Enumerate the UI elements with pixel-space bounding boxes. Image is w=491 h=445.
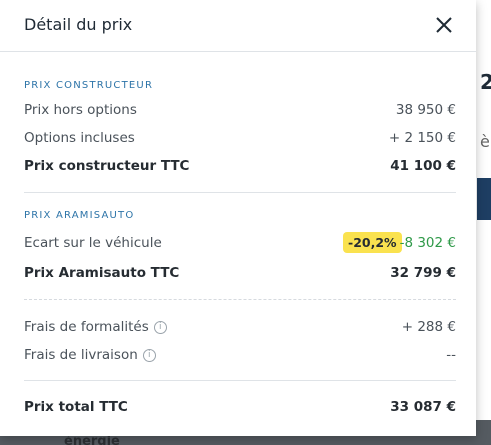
row-label-prix-constructeur: Prix constructeur TTC	[24, 158, 190, 174]
dashed-divider	[24, 299, 456, 300]
price-detail-modal: Détail du prix PRIX CONSTRUCTEUR Prix ho…	[0, 0, 476, 436]
row-value-prix-total: 33 087 €	[390, 399, 456, 415]
info-icon[interactable]: i	[153, 320, 167, 334]
row-value-formalites: + 288 €	[401, 319, 456, 335]
row-frais-formalites: Frais de formalités i	[24, 319, 167, 335]
divider	[24, 380, 456, 381]
row-label-options: Options incluses	[24, 130, 135, 146]
section-label-constructeur: PRIX CONSTRUCTEUR	[24, 80, 154, 91]
close-button[interactable]	[433, 14, 455, 36]
background-text: è	[480, 132, 490, 151]
row-value-prix-aramisauto: 32 799 €	[390, 265, 456, 281]
row-label-prix-aramisauto: Prix Aramisauto TTC	[24, 265, 180, 281]
modal-header: Détail du prix	[0, 0, 476, 52]
row-label-hors-options: Prix hors options	[24, 102, 137, 118]
background-heading: 2	[480, 70, 491, 94]
row-label-livraison: Frais de livraison	[24, 347, 138, 363]
row-label-ecart: Ecart sur le véhicule	[24, 235, 162, 251]
divider	[24, 192, 456, 193]
close-icon	[436, 17, 452, 33]
row-label-formalites: Frais de formalités	[24, 319, 149, 335]
row-value-livraison: --	[446, 347, 456, 363]
discount-badge: -20,2%	[343, 232, 402, 253]
row-frais-livraison: Frais de livraison i	[24, 347, 156, 363]
background-band	[477, 178, 491, 220]
row-value-options: + 2 150 €	[388, 130, 456, 146]
row-value-ecart: -8 302 €	[399, 235, 456, 251]
section-label-aramisauto: PRIX ARAMISAUTO	[24, 210, 135, 221]
row-value-prix-constructeur: 41 100 €	[390, 158, 456, 174]
row-label-prix-total: Prix total TTC	[24, 399, 128, 415]
info-icon[interactable]: i	[142, 348, 156, 362]
modal-title: Détail du prix	[24, 15, 133, 34]
row-value-hors-options: 38 950 €	[395, 102, 456, 118]
